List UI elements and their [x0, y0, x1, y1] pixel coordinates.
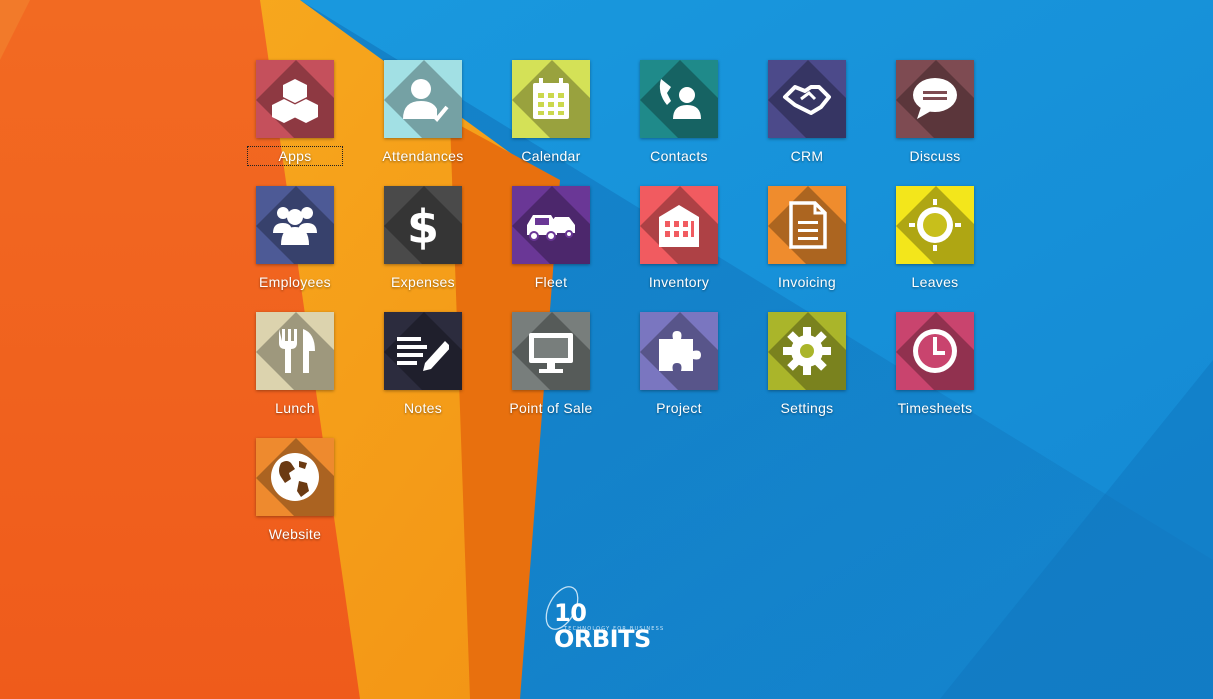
app-label: Contacts [650, 148, 708, 164]
app-tile [640, 312, 718, 390]
brand-tagline: TECHNOLOGY FOR BUSINESS [564, 626, 665, 632]
app-discuss[interactable]: Discuss [887, 60, 983, 164]
expenses-icon: $ [407, 200, 439, 251]
app-tile [384, 312, 462, 390]
app-calendar[interactable]: Calendar [503, 60, 599, 164]
app-label: Website [268, 526, 322, 542]
app-label: CRM [790, 148, 824, 164]
app-lunch[interactable]: Lunch [247, 312, 343, 416]
employees-icon [273, 207, 317, 245]
app-tile [512, 186, 590, 264]
app-label: Employees [259, 274, 331, 290]
app-label: Discuss [909, 148, 961, 164]
app-label: Timesheets [897, 400, 973, 416]
app-tile [256, 438, 334, 516]
website-icon [271, 453, 319, 501]
app-label: Notes [403, 400, 443, 416]
app-label: Fleet [534, 274, 568, 290]
app-tile [768, 312, 846, 390]
contacts-icon [659, 79, 701, 119]
app-label: Inventory [648, 274, 710, 290]
calendar-icon [533, 78, 569, 119]
inventory-icon [659, 205, 699, 247]
discuss-icon [913, 78, 957, 119]
app-tile [512, 60, 590, 138]
app-tile [768, 186, 846, 264]
app-notes[interactable]: Notes [375, 312, 471, 416]
point-of-sale-icon [529, 333, 573, 373]
crm-icon [783, 85, 831, 115]
app-crm[interactable]: CRM [759, 60, 855, 164]
app-label: Invoicing [778, 274, 836, 290]
leaves-icon [909, 199, 961, 251]
app-tile [640, 60, 718, 138]
app-fleet[interactable]: Fleet [503, 186, 599, 290]
app-project[interactable]: Project [631, 312, 727, 416]
app-attendances[interactable]: Attendances [375, 60, 471, 164]
app-label: Lunch [275, 400, 315, 416]
app-label: Project [656, 400, 702, 416]
app-tile [256, 312, 334, 390]
app-employees[interactable]: Employees [247, 186, 343, 290]
timesheets-icon [913, 329, 957, 373]
app-contacts[interactable]: Contacts [631, 60, 727, 164]
app-label: Attendances [382, 148, 464, 164]
app-leaves[interactable]: Leaves [887, 186, 983, 290]
app-apps[interactable]: Apps [247, 60, 343, 166]
app-point-of-sale[interactable]: Point of Sale [503, 312, 599, 416]
svg-text:$: $ [407, 200, 439, 251]
app-tile [512, 312, 590, 390]
app-tile [896, 60, 974, 138]
app-tile [896, 312, 974, 390]
app-tile: $ [384, 186, 462, 264]
app-grid: Apps Attendances Calendar Contacts CRM Discus… [247, 60, 983, 542]
app-tile [768, 60, 846, 138]
app-tile [640, 186, 718, 264]
fleet-icon [527, 215, 575, 241]
app-tile [896, 186, 974, 264]
app-inventory[interactable]: Inventory [631, 186, 727, 290]
brand-logo: 10 ORBITS TECHNOLOGY FOR BUSINESS [540, 582, 690, 652]
app-tile [256, 60, 334, 138]
app-label: Settings [780, 400, 834, 416]
app-label: Expenses [391, 274, 455, 290]
attendances-icon [403, 79, 449, 122]
app-label: Apps [247, 146, 343, 166]
app-label: Point of Sale [509, 400, 593, 416]
app-website[interactable]: Website [247, 438, 343, 542]
app-label: Leaves [911, 274, 959, 290]
app-timesheets[interactable]: Timesheets [887, 312, 983, 416]
app-label: Calendar [521, 148, 581, 164]
app-tile [384, 60, 462, 138]
notes-icon [397, 337, 449, 371]
app-settings[interactable]: Settings [759, 312, 855, 416]
app-invoicing[interactable]: Invoicing [759, 186, 855, 290]
app-tile [256, 186, 334, 264]
project-icon [659, 331, 701, 371]
apps-icon [272, 79, 318, 123]
lunch-icon [279, 329, 315, 373]
settings-icon [783, 327, 831, 375]
app-expenses[interactable]: $ Expenses [375, 186, 471, 290]
invoicing-icon [789, 201, 827, 249]
